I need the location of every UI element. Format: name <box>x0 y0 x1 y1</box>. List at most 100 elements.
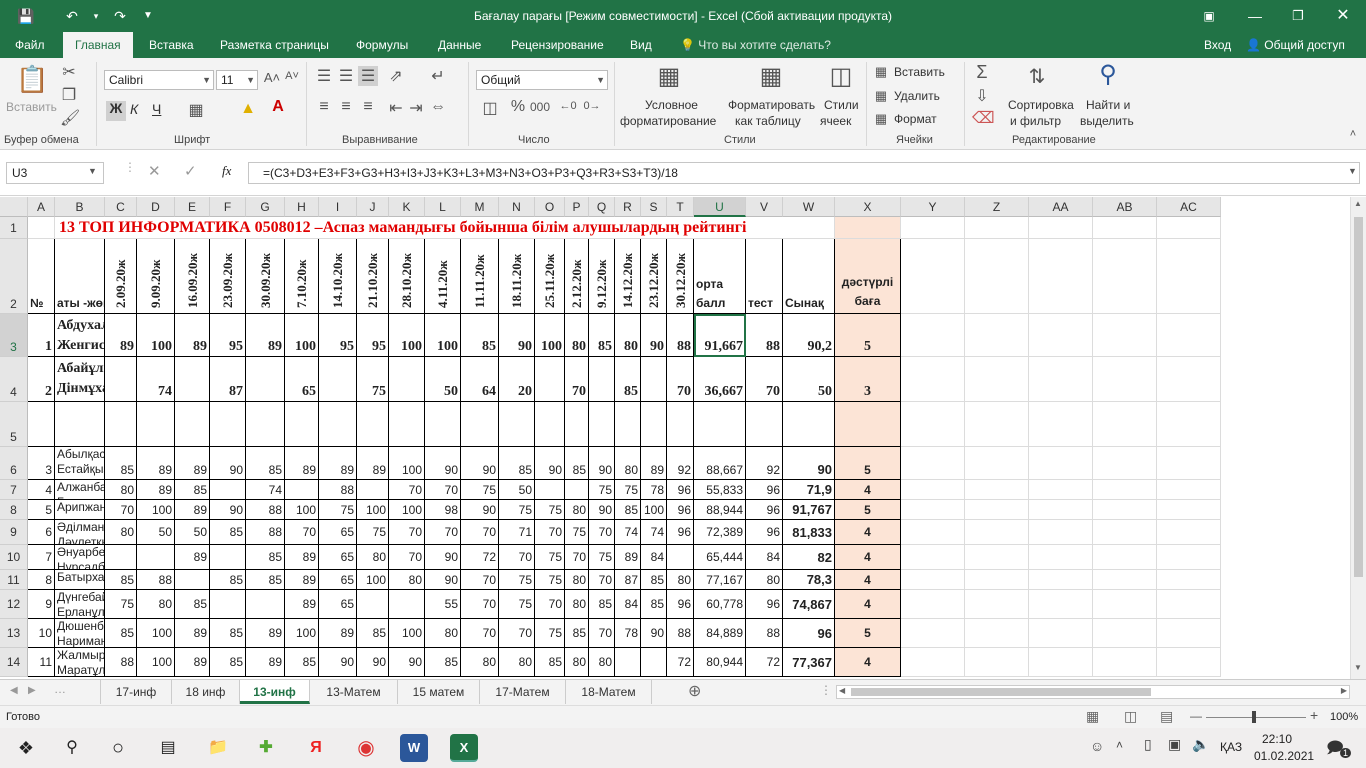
score-cell[interactable]: 85 <box>615 357 641 402</box>
score-cell[interactable]: 75 <box>357 520 389 545</box>
search-icon[interactable]: ⚲ <box>58 734 86 762</box>
row-header[interactable]: 7 <box>0 480 28 500</box>
cut-icon[interactable]: ✂ <box>60 62 78 82</box>
empty-cell[interactable] <box>1029 402 1093 447</box>
score-cell[interactable]: 100 <box>285 619 319 648</box>
score-cell[interactable]: 75 <box>589 480 615 500</box>
empty-cell[interactable] <box>901 239 965 314</box>
score-cell[interactable]: 74 <box>641 520 667 545</box>
average-cell[interactable]: 72,389 <box>694 520 746 545</box>
empty-cell[interactable] <box>1157 648 1221 677</box>
score-cell[interactable]: 96 <box>667 590 694 619</box>
sort-filter-icon[interactable]: ⇅ <box>1022 64 1052 89</box>
currency-icon[interactable]: ◫ <box>478 98 502 118</box>
student-name[interactable]: Алжанбай МейрамбекБекжанұлы <box>55 480 105 500</box>
student-number[interactable]: 11 <box>28 648 55 677</box>
average-cell[interactable]: 88,944 <box>694 500 746 520</box>
score-cell[interactable]: 75 <box>499 570 535 590</box>
score-cell[interactable]: 70 <box>499 545 535 570</box>
font-size-combo[interactable]: 11 ▼ <box>216 70 258 90</box>
score-cell[interactable]: 90 <box>425 570 461 590</box>
tab-page-layout[interactable]: Разметка страницы <box>220 32 329 58</box>
average-cell[interactable]: 88,667 <box>694 447 746 480</box>
row-header[interactable]: 11 <box>0 570 28 590</box>
header-date[interactable]: 2.09.20ж <box>105 239 137 314</box>
score-cell[interactable]: 80 <box>565 570 589 590</box>
sheet-tab-15-matem[interactable]: 15 матем <box>398 680 480 704</box>
empty-cell[interactable] <box>901 590 965 619</box>
row-header[interactable]: 2 <box>0 239 28 314</box>
insert-function-icon[interactable]: fx <box>222 163 231 179</box>
score-cell[interactable]: 70 <box>389 545 425 570</box>
test-cell[interactable]: 70 <box>746 357 783 402</box>
empty-cell[interactable] <box>965 480 1029 500</box>
score-cell[interactable]: 80 <box>615 447 641 480</box>
scroll-right-icon[interactable]: ▶ <box>1341 686 1347 695</box>
score-cell[interactable]: 70 <box>461 520 499 545</box>
merge-center-icon[interactable]: ⇔ <box>428 98 448 116</box>
score-cell[interactable]: 80 <box>357 545 389 570</box>
score-cell[interactable]: 88 <box>105 648 137 677</box>
score-cell[interactable]: 71 <box>499 520 535 545</box>
column-header[interactable]: K <box>389 197 425 217</box>
empty-cell[interactable] <box>1029 314 1093 357</box>
exam-cell[interactable]: 91,767 <box>783 500 835 520</box>
score-cell[interactable]: 80 <box>565 648 589 677</box>
sheet-tab-17-inf[interactable]: 17-инф <box>100 680 172 704</box>
score-cell[interactable]: 55 <box>425 590 461 619</box>
header-date[interactable]: 18.11.20ж <box>499 239 535 314</box>
column-header[interactable]: I <box>319 197 357 217</box>
score-cell[interactable]: 85 <box>246 545 285 570</box>
student-number[interactable]: 1 <box>28 314 55 357</box>
scroll-thumb[interactable] <box>1354 217 1363 577</box>
score-cell[interactable] <box>389 590 425 619</box>
average-cell[interactable]: 84,889 <box>694 619 746 648</box>
clear-icon[interactable]: ⌫ <box>972 108 995 128</box>
grade-cell[interactable] <box>835 402 901 447</box>
grade-cell[interactable]: 4 <box>835 520 901 545</box>
font-color-icon[interactable]: A <box>268 98 288 116</box>
underline-button[interactable]: Ч <box>152 102 161 117</box>
empty-cell[interactable] <box>901 314 965 357</box>
empty-cell[interactable] <box>965 619 1029 648</box>
scroll-thumb[interactable] <box>851 688 1151 696</box>
test-cell[interactable]: 96 <box>746 590 783 619</box>
delete-cells-button[interactable]: Удалить <box>894 89 940 104</box>
score-cell[interactable]: 64 <box>461 357 499 402</box>
score-cell[interactable]: 90 <box>641 314 667 357</box>
score-cell[interactable]: 89 <box>357 447 389 480</box>
score-cell[interactable]: 89 <box>175 545 210 570</box>
score-cell[interactable]: 85 <box>105 570 137 590</box>
score-cell[interactable]: 89 <box>175 447 210 480</box>
zoom-in-icon[interactable]: + <box>1310 707 1318 723</box>
exam-cell[interactable]: 50 <box>783 357 835 402</box>
score-cell[interactable]: 80 <box>565 590 589 619</box>
header-date[interactable]: 25.11.20ж <box>535 239 565 314</box>
score-cell[interactable]: 92 <box>667 447 694 480</box>
column-header[interactable]: O <box>535 197 565 217</box>
page-layout-view-icon[interactable]: ◫ <box>1124 708 1137 725</box>
exam-cell[interactable]: 90,2 <box>783 314 835 357</box>
score-cell[interactable]: 70 <box>461 590 499 619</box>
empty-cell[interactable] <box>901 357 965 402</box>
empty-cell[interactable] <box>1157 357 1221 402</box>
score-cell[interactable]: 75 <box>535 619 565 648</box>
student-number[interactable]: 4 <box>28 480 55 500</box>
score-cell[interactable]: 89 <box>175 500 210 520</box>
score-cell[interactable]: 50 <box>425 357 461 402</box>
chrome-icon[interactable]: ◉ <box>352 734 380 762</box>
score-cell[interactable]: 80 <box>425 619 461 648</box>
tab-formulas[interactable]: Формулы <box>356 32 408 58</box>
app-plus-icon[interactable]: ✚ <box>252 734 280 762</box>
score-cell[interactable] <box>565 402 589 447</box>
header-date[interactable]: 7.10.20ж <box>285 239 319 314</box>
score-cell[interactable] <box>389 357 425 402</box>
score-cell[interactable]: 88 <box>246 500 285 520</box>
score-cell[interactable] <box>210 545 246 570</box>
column-header[interactable]: Q <box>589 197 615 217</box>
ribbon-display-icon[interactable]: ▣ <box>1186 0 1232 32</box>
grade-cell[interactable]: 4 <box>835 648 901 677</box>
excel-icon[interactable]: X <box>450 734 478 762</box>
column-header[interactable]: AA <box>1029 197 1093 217</box>
score-cell[interactable] <box>105 402 137 447</box>
